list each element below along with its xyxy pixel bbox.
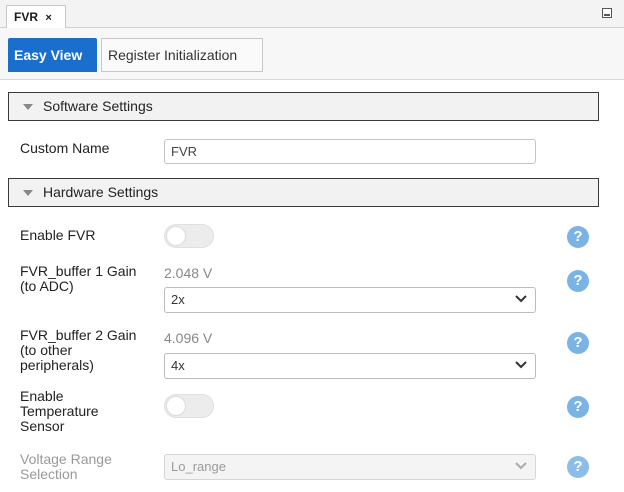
custom-name-label: Custom Name: [20, 140, 110, 156]
buffer1-gain-label: FVR_buffer 1 Gain (to ADC): [20, 264, 136, 294]
fvr-document-tab[interactable]: FVR ×: [6, 5, 66, 28]
toggle-knob: [166, 396, 186, 416]
buffer1-gain-select[interactable]: 2x: [164, 287, 536, 313]
buffer2-voltage-value: 4.096 V: [164, 330, 213, 346]
voltage-range-select: Lo_range: [164, 454, 536, 480]
document-tab-bar: FVR ×: [0, 0, 624, 28]
label-line: Enable: [20, 388, 64, 404]
chevron-down-icon: [515, 295, 527, 303]
toggle-knob: [166, 226, 186, 246]
buffer2-gain-label: FVR_buffer 2 Gain (to other peripherals): [20, 328, 136, 373]
collapse-triangle-icon: [23, 190, 33, 196]
label-line: Voltage Range: [20, 451, 112, 467]
label-line: peripherals): [20, 357, 94, 373]
document-tab-label: FVR: [14, 10, 38, 24]
selected-value: Lo_range: [171, 459, 226, 474]
chevron-down-icon: [515, 462, 527, 470]
section-title: Hardware Settings: [43, 184, 159, 200]
tab-easy-view[interactable]: Easy View: [8, 38, 97, 72]
help-icon[interactable]: ?: [567, 396, 589, 418]
label-line: FVR_buffer 1 Gain: [20, 263, 137, 279]
temp-sensor-label: Enable Temperature Sensor: [20, 389, 99, 434]
label-line: Temperature: [20, 403, 99, 419]
close-tab-icon[interactable]: ×: [45, 12, 51, 24]
label-line: FVR_buffer 2 Gain: [20, 327, 137, 343]
label-line: Sensor: [20, 418, 65, 434]
help-icon[interactable]: ?: [567, 226, 589, 248]
tab-register-initialization[interactable]: Register Initialization: [101, 38, 263, 72]
buffer1-voltage-value: 2.048 V: [164, 265, 213, 281]
enable-fvr-toggle[interactable]: [164, 224, 214, 248]
enable-fvr-label: Enable FVR: [20, 227, 96, 243]
collapse-triangle-icon: [23, 104, 33, 110]
software-settings-header[interactable]: Software Settings: [8, 92, 599, 121]
buffer2-gain-select[interactable]: 4x: [164, 353, 536, 379]
hardware-settings-header[interactable]: Hardware Settings: [8, 178, 599, 207]
custom-name-input[interactable]: FVR: [164, 139, 536, 164]
label-line: (to ADC): [20, 278, 74, 294]
section-title: Software Settings: [43, 98, 153, 114]
chevron-down-icon: [515, 361, 527, 369]
help-icon[interactable]: ?: [567, 456, 589, 478]
help-icon[interactable]: ?: [567, 332, 589, 354]
minimize-icon[interactable]: [602, 8, 612, 18]
selected-value: 4x: [171, 358, 185, 373]
voltage-range-label: Voltage Range Selection: [20, 452, 112, 482]
label-line: Selection: [20, 466, 78, 482]
temp-sensor-toggle[interactable]: [164, 394, 214, 418]
selected-value: 2x: [171, 292, 185, 307]
help-icon[interactable]: ?: [567, 270, 589, 292]
view-tabs: Easy View Register Initialization: [0, 28, 624, 80]
label-line: (to other: [20, 342, 73, 358]
